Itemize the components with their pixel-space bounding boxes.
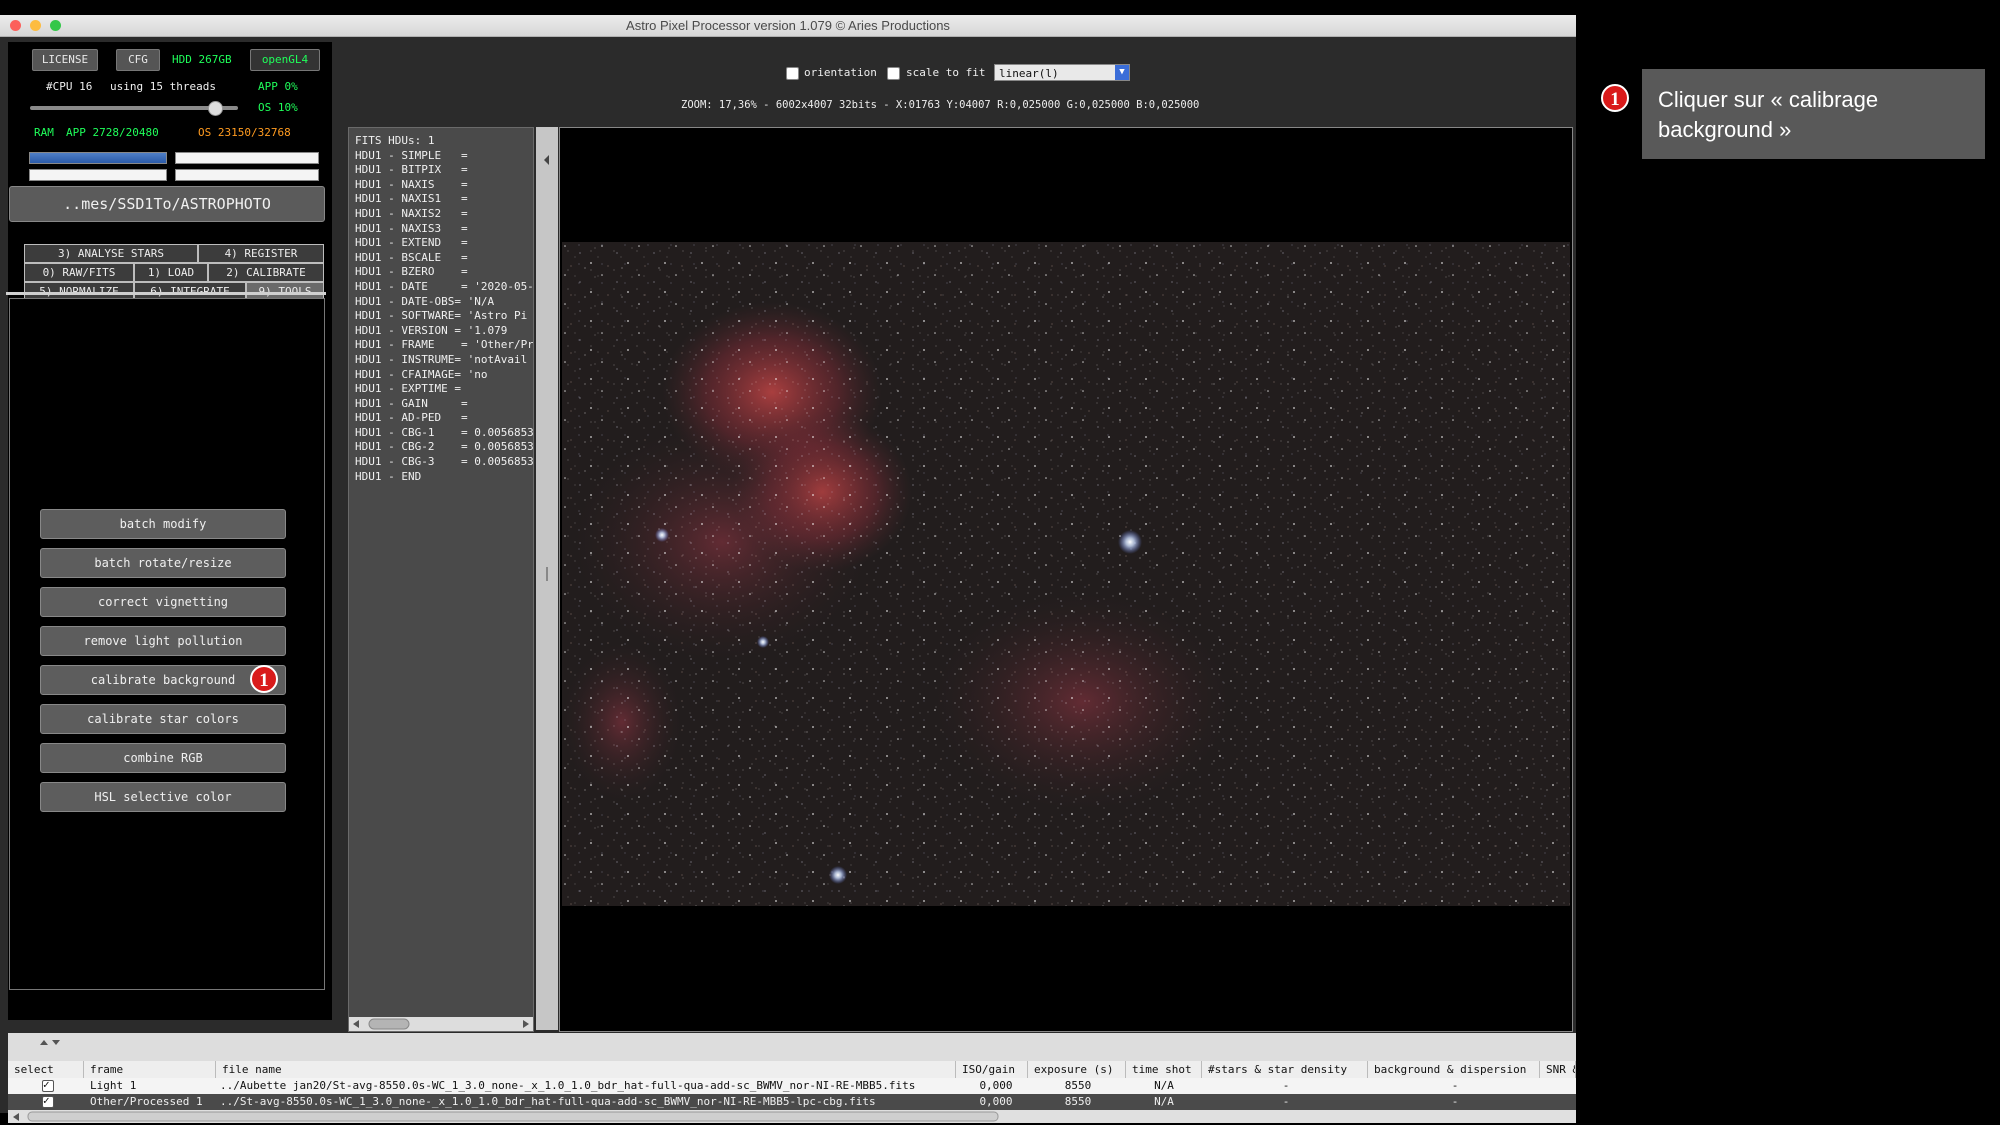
stretch-value: linear(l) bbox=[999, 67, 1059, 80]
astro-image bbox=[562, 242, 1570, 1027]
column-header-snr[interactable]: SNR & bbox=[1540, 1061, 1576, 1078]
frame-list-table: select frame file name ISO/gain exposure… bbox=[8, 1061, 1576, 1123]
step-badge-button: 1 bbox=[250, 665, 278, 693]
thread-slider-track[interactable] bbox=[30, 106, 238, 110]
column-header-select[interactable]: select bbox=[8, 1061, 84, 1078]
image-viewer[interactable] bbox=[559, 127, 1573, 1032]
stars-cell: - bbox=[1282, 1095, 1290, 1108]
column-header-exposure[interactable]: exposure (s) bbox=[1028, 1061, 1126, 1078]
app-cpu-usage: APP 0% bbox=[258, 80, 298, 93]
exposure-cell: 8550 bbox=[1064, 1079, 1092, 1092]
column-header-stars[interactable]: #stars & star density bbox=[1202, 1061, 1368, 1078]
orientation-label: orientation bbox=[804, 66, 877, 79]
batch-modify-button[interactable]: batch modify bbox=[40, 509, 286, 539]
app-window: Astro Pixel Processor version 1.079 © Ar… bbox=[0, 15, 1576, 1123]
frame-list-toolbar bbox=[8, 1033, 1576, 1061]
batch-rotate-resize-button[interactable]: batch rotate/resize bbox=[40, 548, 286, 578]
hsl-selective-color-button[interactable]: HSL selective color bbox=[40, 782, 286, 812]
iso-cell: 0,000 bbox=[979, 1095, 1013, 1108]
fits-header-text: FITS HDUs: 1 HDU1 - SIMPLE = HDU1 - BITP… bbox=[355, 134, 534, 483]
combine-rgb-button[interactable]: combine RGB bbox=[40, 743, 286, 773]
hdd-status: HDD 267GB bbox=[172, 53, 232, 66]
exposure-cell: 8550 bbox=[1064, 1095, 1092, 1108]
license-button[interactable]: LICENSE bbox=[32, 49, 98, 71]
column-header-background[interactable]: background & dispersion bbox=[1368, 1061, 1540, 1078]
background-cell: - bbox=[1451, 1079, 1459, 1092]
correct-vignetting-button[interactable]: correct vignetting bbox=[40, 587, 286, 617]
tab-calibrate[interactable]: 2) CALIBRATE bbox=[208, 263, 324, 282]
file-name-cell: ../Aubette jan20/St-avg-8550.0s-WC_1_3.0… bbox=[220, 1079, 916, 1092]
memory-bar-os bbox=[175, 152, 319, 164]
time-shot-cell: N/A bbox=[1154, 1079, 1174, 1092]
horizontal-scrollbar[interactable] bbox=[349, 1017, 533, 1031]
tab-register[interactable]: 4) REGISTER bbox=[198, 244, 324, 263]
thread-count: using 15 threads bbox=[110, 80, 216, 93]
select-checkbox[interactable]: ✓ bbox=[42, 1078, 54, 1092]
tab-analyse-stars[interactable]: 3) ANALYSE STARS bbox=[24, 244, 198, 263]
stretch-select[interactable]: linear(l) ▼ bbox=[994, 64, 1130, 81]
scale-to-fit-checkbox[interactable] bbox=[887, 67, 900, 80]
tab-load[interactable]: 1) LOAD bbox=[134, 263, 208, 282]
column-header-frame[interactable]: frame bbox=[84, 1061, 216, 1078]
column-header-file-name[interactable]: file name bbox=[216, 1061, 956, 1078]
column-header-time-shot[interactable]: time shot bbox=[1126, 1061, 1202, 1078]
remove-light-pollution-button[interactable]: remove light pollution bbox=[40, 626, 286, 656]
chevron-down-icon[interactable]: ▼ bbox=[1115, 65, 1129, 80]
fits-header-panel: FITS HDUs: 1 HDU1 - SIMPLE = HDU1 - BITP… bbox=[348, 127, 534, 1032]
os-cpu-usage: OS 10% bbox=[258, 101, 298, 114]
select-checkbox[interactable]: ✓ bbox=[42, 1094, 54, 1108]
thread-slider-handle[interactable] bbox=[208, 101, 223, 116]
cpu-count: #CPU 16 bbox=[46, 80, 93, 93]
title-bar: Astro Pixel Processor version 1.079 © Ar… bbox=[0, 15, 1576, 37]
calibrate-star-colors-button[interactable]: calibrate star colors bbox=[40, 704, 286, 734]
iso-cell: 0,000 bbox=[979, 1079, 1013, 1092]
instruction-text: Cliquer sur « calibrage background » bbox=[1658, 87, 1879, 142]
frame-cell: Other/Processed 1 bbox=[90, 1095, 203, 1108]
stars-cell: - bbox=[1282, 1079, 1290, 1092]
opengl-button[interactable]: openGL4 bbox=[250, 49, 320, 71]
window-title: Astro Pixel Processor version 1.079 © Ar… bbox=[626, 18, 950, 33]
step-badge: 1 bbox=[1601, 84, 1629, 112]
table-horizontal-scrollbar[interactable] bbox=[8, 1110, 1576, 1123]
instruction-callout: Cliquer sur « calibrage background » bbox=[1642, 69, 1985, 159]
column-header-iso-gain[interactable]: ISO/gain bbox=[956, 1061, 1028, 1078]
file-name-cell: ../St-avg-8550.0s-WC_1_3.0_none-_x_1.0_1… bbox=[220, 1095, 876, 1108]
scale-to-fit-label: scale to fit bbox=[906, 66, 986, 79]
sort-icon[interactable] bbox=[36, 1033, 66, 1061]
working-directory-button[interactable]: ..mes/SSD1To/ASTROPHOTO bbox=[9, 186, 325, 222]
zoom-info: ZOOM: 17,36% - 6002x4007 32bits - X:0176… bbox=[681, 99, 1200, 111]
time-shot-cell: N/A bbox=[1154, 1095, 1174, 1108]
memory-bar-app bbox=[29, 152, 167, 164]
table-row-selected[interactable]: ✓ Other/Processed 1 ../St-avg-8550.0s-WC… bbox=[8, 1094, 1576, 1110]
ram-os-usage: OS 23150/32768 bbox=[198, 126, 291, 139]
tab-underline bbox=[6, 292, 326, 295]
frame-cell: Light 1 bbox=[90, 1079, 137, 1092]
cfg-button[interactable]: CFG bbox=[116, 49, 160, 71]
progress-bar-2 bbox=[175, 169, 319, 181]
progress-bar-1 bbox=[29, 169, 167, 181]
background-cell: - bbox=[1451, 1095, 1459, 1108]
ram-label: RAM bbox=[34, 126, 54, 139]
orientation-checkbox[interactable] bbox=[786, 67, 799, 80]
table-row[interactable]: ✓ Light 1 ../Aubette jan20/St-avg-8550.0… bbox=[8, 1078, 1576, 1094]
panel-splitter[interactable] bbox=[536, 127, 558, 1030]
tab-raw-fits[interactable]: 0) RAW/FITS bbox=[24, 263, 134, 282]
ram-app-usage: APP 2728/20480 bbox=[66, 126, 159, 139]
